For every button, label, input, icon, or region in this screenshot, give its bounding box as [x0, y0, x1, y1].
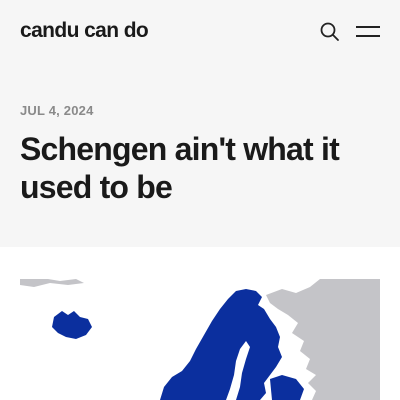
hamburger-menu-icon[interactable] — [354, 22, 382, 42]
greenland-edge — [20, 279, 84, 287]
post-header: candu can do JUL 4, 2024 Schengen ain't … — [0, 0, 400, 247]
post-title: Schengen ain't what it used to be — [20, 131, 340, 205]
iceland — [52, 311, 92, 339]
menu-line — [356, 26, 380, 28]
scandinavia — [160, 289, 282, 400]
baltic-coast — [270, 375, 304, 400]
site-logo-link[interactable]: candu can do — [20, 19, 149, 43]
schengen-map-image — [20, 279, 380, 400]
post-date: JUL 4, 2024 — [20, 103, 94, 118]
search-icon[interactable] — [318, 20, 342, 44]
menu-line — [356, 35, 380, 37]
